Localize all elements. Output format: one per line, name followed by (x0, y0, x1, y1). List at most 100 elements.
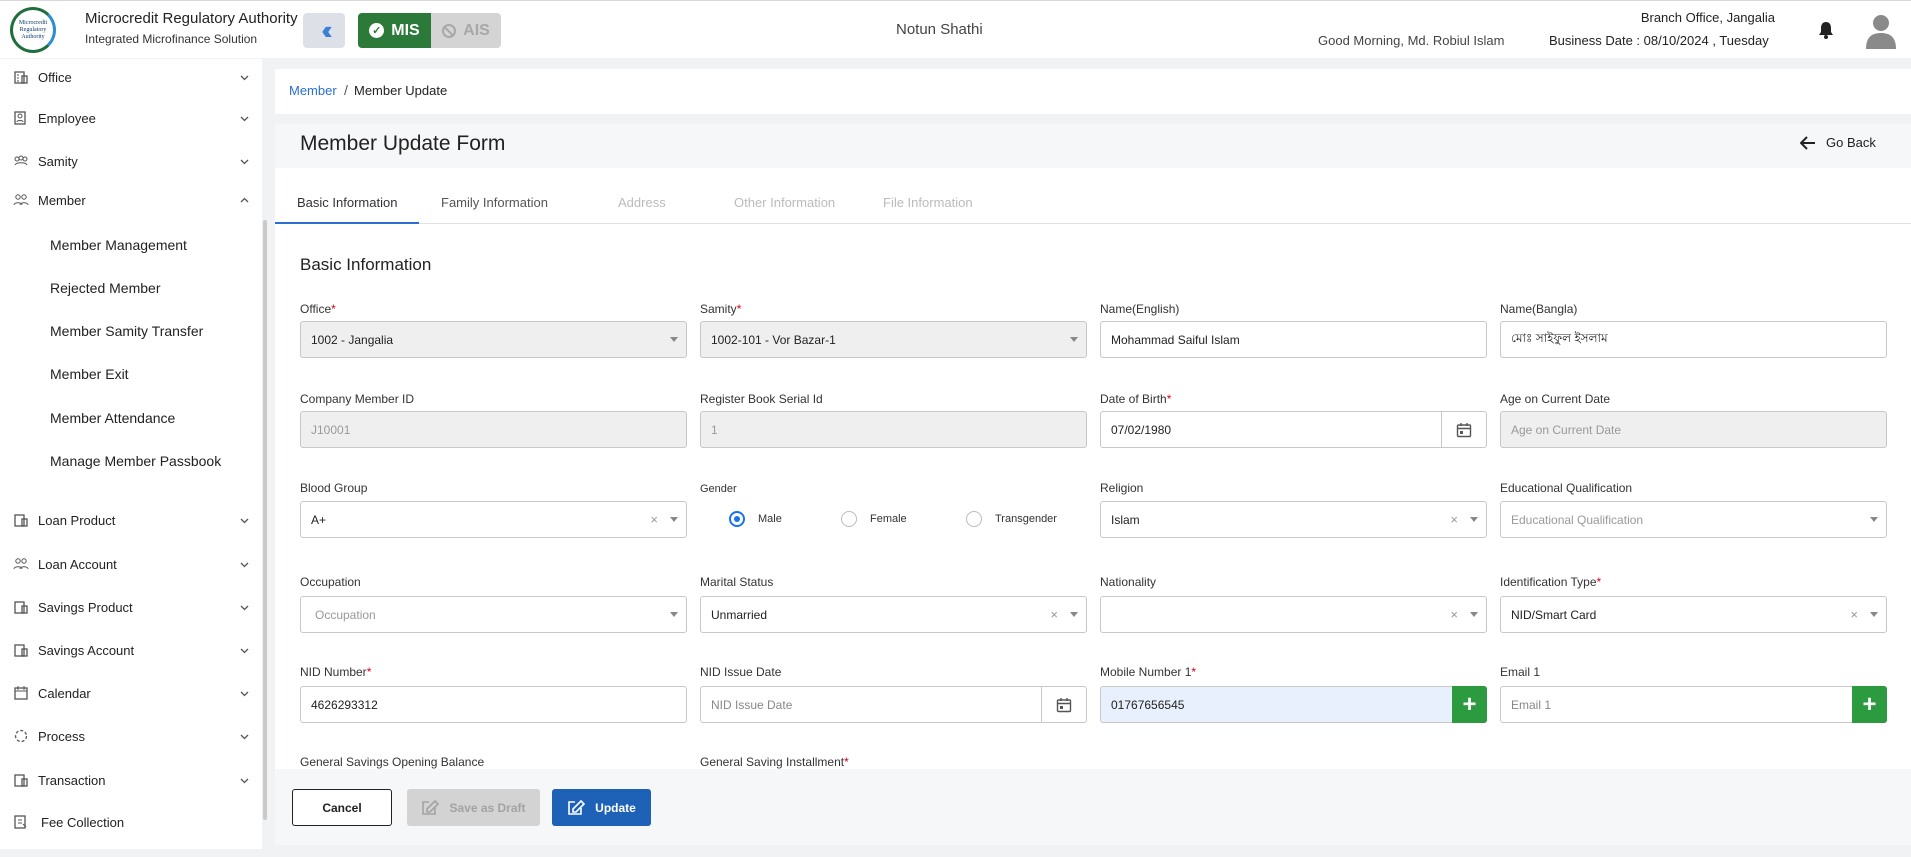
sidebar-item-samity[interactable]: Samity (0, 143, 262, 179)
sidebar-item-savings-account[interactable]: Savings Account (0, 632, 262, 668)
dob-input[interactable]: 07/02/1980 (1100, 411, 1487, 448)
loan-account-icon (13, 558, 29, 570)
sidebar-subitem-member-attendance[interactable]: Member Attendance (50, 410, 175, 426)
email1-input[interactable]: Email 1 + (1500, 686, 1887, 723)
business-date: Business Date : 08/10/2024 , Tuesday (1549, 33, 1769, 48)
member-update-form: Basic Information Family Information Add… (275, 168, 1911, 769)
arrow-left-icon (1800, 135, 1815, 150)
chevron-down-icon (240, 562, 249, 567)
sidebar-item-label: Savings Product (38, 599, 133, 615)
breadcrumb-member-link[interactable]: Member (289, 83, 337, 98)
occupation-select[interactable]: Occupation (300, 596, 687, 633)
education-select[interactable]: Educational Qualification (1500, 501, 1887, 538)
member-icon (13, 194, 29, 206)
user-avatar-icon[interactable] (1866, 13, 1896, 49)
sidebar-item-fee-collection[interactable]: Fee Collection (0, 804, 262, 840)
gender-label: Gender (700, 483, 737, 495)
collapse-sidebar-button[interactable]: ‹‹ (303, 13, 345, 48)
sidebar-item-calendar[interactable]: Calendar (0, 675, 262, 711)
chevron-down-icon (240, 605, 249, 610)
clear-icon[interactable]: × (650, 512, 658, 527)
employee-icon (14, 111, 26, 125)
sidebar-subitem-rejected-member[interactable]: Rejected Member (50, 280, 161, 296)
tab-basic-information[interactable]: Basic Information (297, 195, 397, 210)
update-button[interactable]: Update (552, 789, 651, 826)
chevron-down-icon (240, 116, 249, 121)
sidebar-subitem-member-samity-transfer[interactable]: Member Samity Transfer (50, 323, 203, 339)
chevron-up-icon (240, 197, 249, 202)
caret-down-icon (1470, 517, 1478, 522)
marital-status-label: Marital Status (700, 575, 774, 589)
mis-toggle-button[interactable]: ✓ MIS (358, 13, 431, 48)
identification-type-select[interactable]: NID/Smart Card × (1500, 596, 1887, 633)
gender-radio-female[interactable]: Female (841, 511, 907, 527)
samity-select[interactable]: 1002-101 - Vor Bazar-1 (700, 321, 1087, 358)
religion-select[interactable]: Islam × (1100, 501, 1487, 538)
clear-icon[interactable]: × (1450, 607, 1458, 622)
sidebar-item-label: Savings Account (38, 642, 135, 658)
sidebar-item-employee[interactable]: Employee (0, 100, 262, 136)
age-label: Age on Current Date (1500, 392, 1611, 406)
calendar-icon (1056, 697, 1072, 712)
sidebar-subitem-member-management[interactable]: Member Management (50, 237, 187, 253)
name-english-input[interactable]: Mohammad Saiful Islam (1100, 321, 1487, 358)
sidebar-subitem-member-exit[interactable]: Member Exit (50, 366, 129, 382)
nationality-select[interactable]: × (1100, 596, 1487, 633)
clear-icon[interactable]: × (1050, 607, 1058, 622)
greeting: Good Morning, Md. Robiul Islam (1318, 33, 1505, 48)
sidebar-item-label: Loan Product (38, 512, 116, 528)
company-member-id-label: Company Member ID (300, 392, 415, 406)
nid-issue-date-input[interactable]: NID Issue Date (700, 686, 1087, 723)
sidebar-item-savings-product[interactable]: Savings Product (0, 589, 262, 625)
blood-group-select[interactable]: A+ × (300, 501, 687, 538)
go-back-button[interactable]: Go Back (1800, 135, 1876, 150)
caret-down-icon (1870, 517, 1878, 522)
chevron-down-icon (240, 518, 249, 523)
office-label: Office* (300, 302, 336, 316)
radio-unselected-icon (966, 511, 982, 527)
tab-family-information[interactable]: Family Information (441, 195, 548, 210)
clear-icon[interactable]: × (1850, 607, 1858, 622)
sidebar-scrollbar[interactable] (263, 220, 267, 820)
check-circle-icon: ✓ (369, 23, 385, 38)
add-email-button[interactable]: + (1852, 686, 1887, 723)
chevron-down-icon (240, 734, 249, 739)
sidebar-item-process[interactable]: Process (0, 718, 262, 754)
branch-office: Branch Office, Jangalia (1640, 10, 1775, 25)
transaction-icon (14, 774, 28, 787)
name-bangla-input[interactable]: মোঃ সাইফুল ইসলাম (1500, 321, 1887, 358)
sidebar-item-loan-account[interactable]: Loan Account (0, 546, 262, 582)
mobile1-input[interactable]: 01767656545 + (1100, 686, 1487, 723)
sidebar-item-transaction[interactable]: Transaction (0, 762, 262, 798)
org-subtitle: Integrated Microfinance Solution (85, 32, 258, 46)
ais-toggle-button[interactable]: AIS (431, 13, 501, 48)
gender-radio-transgender[interactable]: Transgender (966, 511, 1057, 527)
radio-unselected-icon (841, 511, 857, 527)
general-savings-opening-label: General Savings Opening Balance (300, 755, 485, 769)
marital-status-select[interactable]: Unmarried × (700, 596, 1087, 633)
gender-radio-male[interactable]: Male (729, 511, 782, 527)
savings-account-icon (14, 644, 28, 657)
nid-issue-calendar-button[interactable] (1041, 687, 1086, 722)
education-label: Educational Qualification (1500, 481, 1633, 495)
nid-number-input[interactable]: 4626293312 (300, 686, 687, 723)
office-select[interactable]: 1002 - Jangalia (300, 321, 687, 358)
sidebar-item-label: Calendar (38, 685, 91, 701)
plus-icon: + (1862, 690, 1877, 718)
loan-product-icon (14, 514, 28, 527)
active-tab-indicator (275, 222, 419, 224)
sidebar-subitem-manage-member-passbook[interactable]: Manage Member Passbook (50, 453, 221, 469)
dob-calendar-button[interactable] (1441, 412, 1486, 447)
mra-logo: Microcredit Regulatory Authority (10, 7, 56, 53)
general-saving-installment-label: General Saving Installment* (700, 755, 849, 769)
sidebar-item-loan-product[interactable]: Loan Product (0, 502, 262, 538)
chevron-down-icon (240, 648, 249, 653)
cancel-button[interactable]: Cancel (292, 789, 392, 826)
add-mobile-button[interactable]: + (1452, 686, 1487, 723)
sidebar-item-office[interactable]: Office (0, 59, 262, 95)
clear-icon[interactable]: × (1450, 512, 1458, 527)
sidebar-item-label: Employee (38, 110, 96, 126)
notification-bell-icon[interactable] (1818, 21, 1834, 39)
sidebar-item-member[interactable]: Member (0, 182, 262, 218)
sidebar-item-label: Transaction (38, 772, 106, 788)
